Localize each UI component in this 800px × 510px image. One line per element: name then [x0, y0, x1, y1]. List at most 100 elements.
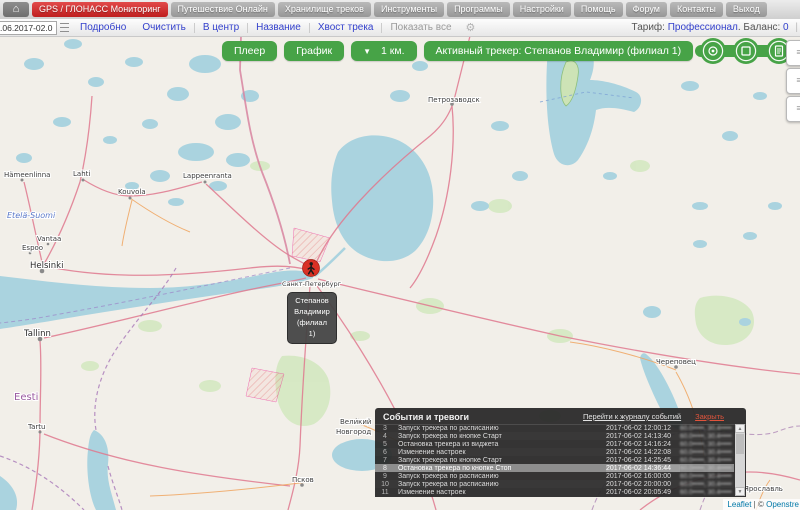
map-label-6: Vantaa	[37, 235, 61, 243]
show-all-link[interactable]: Показать все	[390, 22, 451, 33]
scroll-thumb[interactable]	[736, 434, 744, 454]
event-description: Запуск трекера по кнопке Старт	[395, 457, 606, 464]
map-label-17: Санкт-Петербург	[282, 280, 342, 288]
event-coordinates[interactable]: 60.0•••••, 30.4•••••	[680, 465, 734, 472]
event-coordinates[interactable]: 60.0•••••, 30.4•••••	[680, 457, 734, 464]
event-description: Запуск трекера по кнопке Старт	[395, 433, 606, 440]
map-control-button-2[interactable]: ≡	[786, 68, 800, 94]
event-description: Запуск трекера по расписанию	[395, 481, 606, 488]
event-number: 5	[375, 441, 395, 448]
toolbar-link-5[interactable]: Хвост трека	[318, 22, 374, 33]
map-label-5: Etelä-Suomi	[7, 211, 56, 220]
toolbar-link-1[interactable]: Подробно	[80, 22, 126, 33]
toolbar-divider	[309, 23, 310, 33]
tariff-value-link[interactable]: Профессионал	[668, 22, 738, 33]
menu-item-10[interactable]: Выход	[726, 2, 767, 17]
scroll-up-icon[interactable]: ▲	[735, 424, 745, 433]
tracker-tooltip-line: Владимир	[289, 307, 335, 318]
toolbar-link-4[interactable]: Название	[256, 22, 301, 33]
locate-tracker-icon[interactable]	[700, 38, 726, 64]
event-coordinates[interactable]: 60.0•••••, 30.4•••••	[680, 449, 734, 456]
gear-icon[interactable]: ⚙	[466, 21, 476, 34]
event-timestamp: 2017-06-02 14:25:45	[606, 457, 680, 464]
menu-item-2[interactable]: Путешествие Онлайн	[171, 2, 275, 17]
event-coordinates[interactable]: 60.0•••••, 30.4•••••	[680, 441, 734, 448]
map-control-button-3[interactable]: ≡	[786, 96, 800, 122]
menu-item-5[interactable]: Программы	[447, 2, 510, 17]
event-coordinates[interactable]: 60.0•••••, 30.4•••••	[680, 473, 734, 480]
events-scrollbar[interactable]: ▲ ▼	[735, 424, 745, 496]
map-attribution: Leaflet | © Openstre	[723, 499, 800, 510]
events-panel-header: События и тревоги Перейти к журналу собы…	[375, 408, 746, 425]
event-coordinates[interactable]: 60.0•••••, 30.4•••••	[680, 433, 734, 440]
menu-item-9[interactable]: Контакты	[670, 2, 723, 17]
scroll-down-icon[interactable]: ▼	[735, 487, 745, 496]
map-controls-bar: Плеер График ▼1 км. Активный трекер: Сте…	[222, 38, 800, 64]
event-row[interactable]: 11Изменение настроек2017-06-02 20:05:496…	[375, 488, 734, 496]
close-link[interactable]: Закрыть	[695, 412, 724, 421]
event-description: Запуск трекера по расписанию	[395, 425, 606, 432]
event-row[interactable]: 3Запуск трекера по расписанию2017-06-02 …	[375, 424, 734, 432]
event-timestamp: 2017-06-02 14:16:24	[606, 441, 680, 448]
date-range-input[interactable]: .06.2017-02.0	[0, 21, 57, 35]
tracker-tooltip: СтепановВладимир(филиал1)	[287, 292, 337, 344]
event-description: Остановка трекера из виджета	[395, 441, 606, 448]
event-timestamp: 2017-06-02 16:00:00	[606, 473, 680, 480]
tracker-tooltip-line: (филиал	[289, 318, 335, 329]
event-row[interactable]: 7Запуск трекера по кнопке Старт2017-06-0…	[375, 456, 734, 464]
leaflet-link[interactable]: Leaflet	[727, 500, 751, 509]
event-timestamp: 2017-06-02 20:00:00	[606, 481, 680, 488]
event-number: 4	[375, 433, 395, 440]
map-label-0: Петрозаводск	[428, 96, 480, 104]
menu-item-4[interactable]: Инструменты	[374, 2, 444, 17]
event-row[interactable]: 6Изменение настроек2017-06-02 14:22:0860…	[375, 448, 734, 456]
event-description: Изменение настроек	[395, 449, 606, 456]
scale-dropdown[interactable]: ▼1 км.	[351, 41, 416, 61]
active-tracker-button[interactable]: Активный трекер: Степанов Владимир (фили…	[424, 41, 694, 61]
toolbar-link-2[interactable]: Очистить	[142, 22, 186, 33]
home-icon: ⌂	[13, 3, 20, 15]
map-label-7: Espoo	[22, 244, 43, 252]
tracker-marker[interactable]	[302, 259, 320, 277]
event-row[interactable]: 5Остановка трекера из виджета2017-06-02 …	[375, 440, 734, 448]
map-label-16: Ярославль	[744, 485, 783, 493]
home-button[interactable]: ⌂	[3, 2, 29, 17]
toolbar-edge-divider: |	[795, 22, 798, 33]
menu-item-8[interactable]: Форум	[626, 2, 667, 17]
chart-button[interactable]: График	[284, 41, 344, 61]
menu-item-1[interactable]: GPS / ГЛОНАСС Мониторинг	[32, 2, 168, 17]
event-coordinates[interactable]: 60.0•••••, 30.4•••••	[680, 481, 734, 488]
event-number: 8	[375, 465, 395, 472]
menu-item-7[interactable]: Помощь	[574, 2, 623, 17]
attribution-copy: | ©	[751, 500, 766, 509]
event-row[interactable]: 4Запуск трекера по кнопке Старт2017-06-0…	[375, 432, 734, 440]
balance-label: . Баланс:	[738, 22, 780, 33]
tariff-status: Тариф: Профессионал. Баланс: 0 |	[632, 22, 798, 33]
event-row[interactable]: 8Остановка трекера по кнопке Стоп2017-06…	[375, 464, 734, 472]
osm-link[interactable]: Openstre	[766, 500, 799, 509]
journal-link[interactable]: Перейти к журналу событий	[583, 412, 681, 421]
events-panel-title: События и тревоги	[383, 412, 469, 422]
event-coordinates[interactable]: 60.0•••••, 30.4•••••	[680, 425, 734, 432]
menu-item-6[interactable]: Настройки	[513, 2, 571, 17]
toolbar-divider	[194, 23, 195, 33]
tracker-tooltip-line: 1)	[289, 329, 335, 340]
events-panel: События и тревоги Перейти к журналу собы…	[375, 408, 746, 497]
menu-item-3[interactable]: Хранилище треков	[278, 2, 371, 17]
map-control-button-1[interactable]: ≡	[786, 40, 800, 66]
event-coordinates[interactable]: 60.0•••••, 30.4•••••	[680, 489, 734, 496]
date-adjust-icon[interactable]	[60, 23, 69, 32]
map-label-2: Lahti	[73, 170, 90, 178]
event-row[interactable]: 9Запуск трекера по расписанию2017-06-02 …	[375, 472, 734, 480]
balance-value-link[interactable]: 0	[783, 22, 789, 33]
event-row[interactable]: 10Запуск трекера по расписанию2017-06-02…	[375, 480, 734, 488]
tracker-tooltip-line: Степанов	[289, 296, 335, 307]
event-timestamp: 2017-06-02 12:00:12	[606, 425, 680, 432]
toolbar-link-3[interactable]: В центр	[203, 22, 239, 33]
stop-icon[interactable]	[733, 38, 759, 64]
event-number: 9	[375, 473, 395, 480]
map-label-13: Новгород	[336, 428, 371, 436]
map-label-12: Великий	[340, 418, 371, 426]
player-button[interactable]: Плеер	[222, 41, 277, 61]
main-menu: GPS / ГЛОНАСС МониторингПутешествие Онла…	[32, 2, 767, 17]
